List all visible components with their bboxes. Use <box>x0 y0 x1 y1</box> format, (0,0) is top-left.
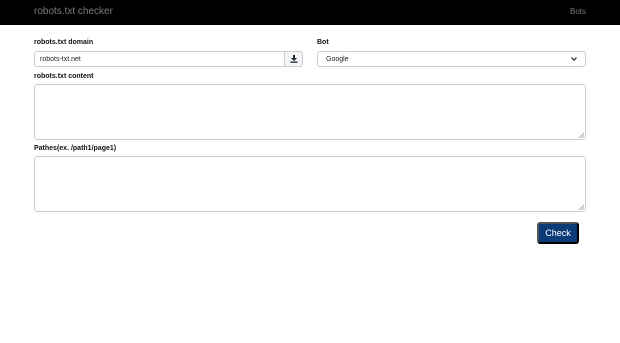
brand-link[interactable]: robots.txt checker <box>34 6 113 17</box>
navbar: robots.txt checker Bots <box>0 0 620 25</box>
chevron-down-icon <box>571 57 577 61</box>
download-button[interactable] <box>284 51 303 67</box>
domain-input-group <box>34 51 303 67</box>
paths-textarea[interactable] <box>34 156 586 212</box>
content-label: robots.txt content <box>34 73 94 80</box>
bot-select[interactable]: Google <box>317 51 586 67</box>
download-icon <box>290 55 297 63</box>
paths-label: Pathes(ex. /path1/page1) <box>34 145 117 152</box>
resize-grip-icon[interactable] <box>578 132 584 138</box>
resize-grip-icon[interactable] <box>578 204 584 210</box>
check-button[interactable]: Check <box>537 222 579 244</box>
domain-input[interactable] <box>34 51 284 67</box>
nav-link-bots[interactable]: Bots <box>570 7 586 16</box>
domain-label: robots.txt domain <box>34 39 94 46</box>
bot-select-value: Google <box>326 55 349 63</box>
bot-label: Bot <box>317 39 329 46</box>
content-textarea[interactable] <box>34 84 586 140</box>
